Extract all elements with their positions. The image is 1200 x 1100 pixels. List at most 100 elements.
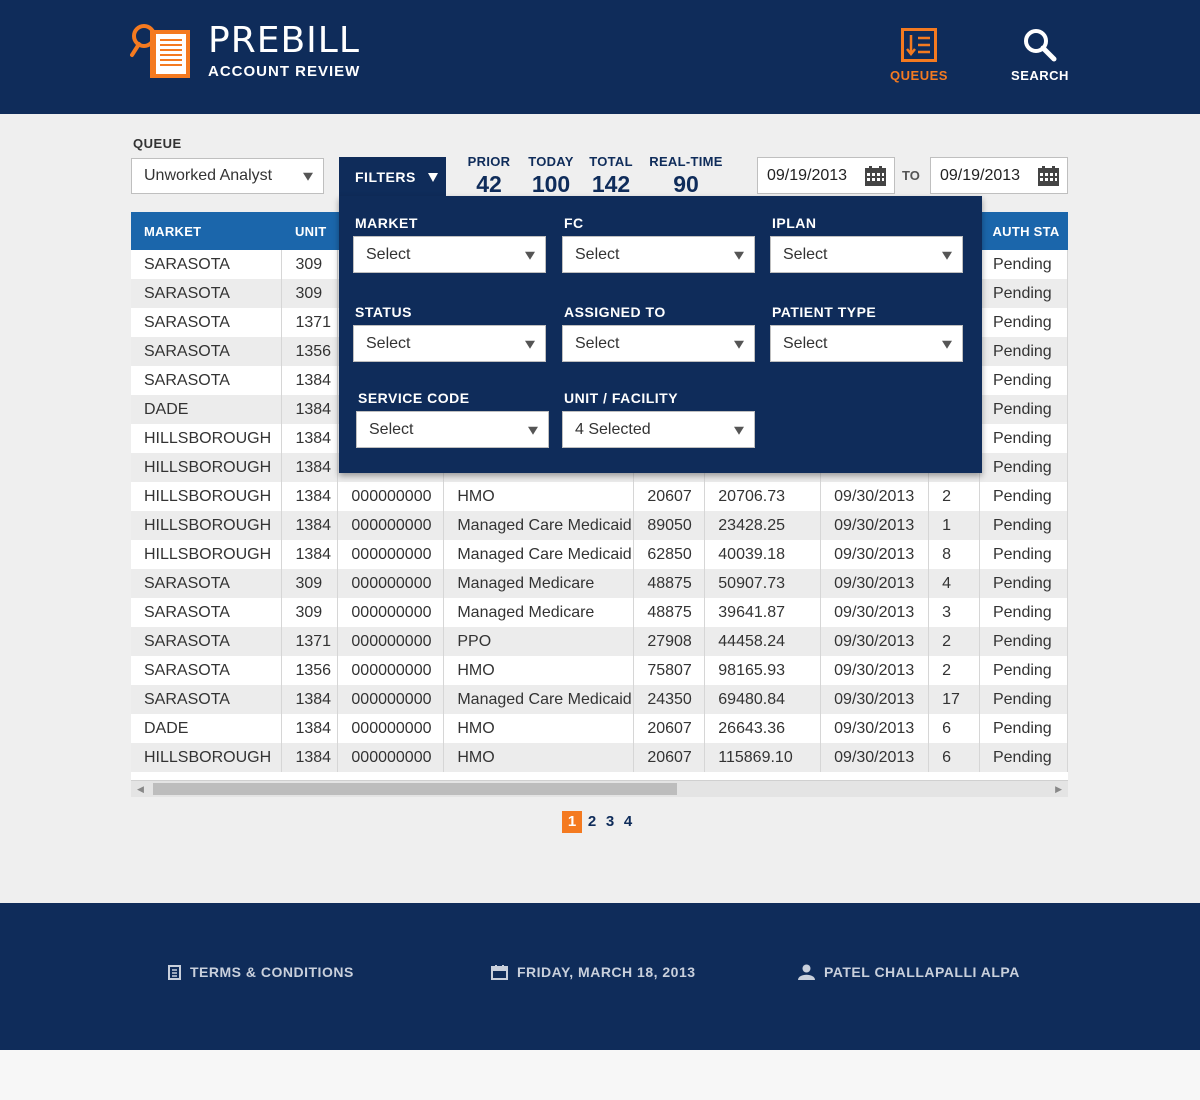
filter-fc-value: Select bbox=[575, 245, 620, 263]
filter-iplan-select[interactable]: Select bbox=[770, 236, 963, 273]
terms-link[interactable]: TERMS & CONDITIONS bbox=[168, 964, 354, 980]
table-cell: HILLSBOROUGH bbox=[131, 453, 283, 482]
chevron-down-icon bbox=[942, 340, 952, 349]
nav-queues-label: QUEUES bbox=[890, 68, 948, 83]
filter-patient-type-select[interactable]: Select bbox=[770, 325, 963, 362]
column-header[interactable]: MARKET bbox=[131, 212, 282, 250]
filter-unit-facility-label: UNIT / FACILITY bbox=[564, 390, 679, 406]
table-cell: SARASOTA bbox=[131, 627, 283, 656]
nav-search[interactable]: SEARCH bbox=[1005, 28, 1075, 83]
table-cell: 98165.93 bbox=[704, 656, 822, 685]
table-cell: Pending bbox=[979, 453, 1068, 482]
table-cell: Pending bbox=[979, 540, 1068, 569]
table-row[interactable]: HILLSBOROUGH 1384 000000000 HMO 20607 115869.… bbox=[131, 743, 1068, 772]
calendar-icon[interactable] bbox=[865, 166, 886, 186]
calendar-icon[interactable] bbox=[1038, 166, 1059, 186]
page-bottom bbox=[0, 1050, 1200, 1100]
scroll-thumb[interactable] bbox=[153, 783, 677, 795]
page-4[interactable]: 4 bbox=[619, 811, 637, 833]
user-icon bbox=[798, 964, 815, 980]
stat-prior: PRIOR 42 bbox=[463, 154, 515, 198]
table-cell: 23428.25 bbox=[704, 511, 822, 540]
table-row[interactable]: DADE 1384 000000000 HMO 20607 26643.36 09/30/2… bbox=[131, 714, 1068, 743]
table-cell: 48875 bbox=[633, 598, 706, 627]
caret-down-icon bbox=[427, 172, 438, 182]
table-row[interactable]: SARASOTA 1371 000000000 PPO 27908 44458.24 09/… bbox=[131, 627, 1068, 656]
column-header[interactable]: AUTH STA bbox=[979, 212, 1068, 250]
filter-assigned-to-select[interactable]: Select bbox=[562, 325, 755, 362]
table-row[interactable]: HILLSBOROUGH 1384 000000000 Managed Care Me… bbox=[131, 511, 1068, 540]
column-header[interactable]: UNIT bbox=[281, 212, 338, 250]
scroll-left-icon[interactable]: ◀ bbox=[137, 784, 144, 795]
stat-today: TODAY 100 bbox=[524, 154, 578, 198]
app-title: PREBILL bbox=[208, 20, 360, 61]
table-cell: 309 bbox=[281, 569, 339, 598]
filter-status-value: Select bbox=[366, 334, 411, 352]
app-subtitle: ACCOUNT REVIEW bbox=[208, 63, 361, 80]
prebill-logo-icon bbox=[130, 24, 190, 78]
page-2[interactable]: 2 bbox=[583, 811, 601, 833]
table-cell: 1 bbox=[928, 511, 980, 540]
table-cell: HILLSBOROUGH bbox=[131, 743, 283, 772]
queue-select[interactable]: Unworked Analyst bbox=[131, 158, 324, 194]
table-cell: 000000000 bbox=[337, 569, 445, 598]
table-cell: 6 bbox=[928, 714, 980, 743]
filter-fc-label: FC bbox=[564, 215, 584, 231]
table-cell: 20706.73 bbox=[704, 482, 822, 511]
table-cell: SARASOTA bbox=[131, 308, 283, 337]
table-cell: Pending bbox=[979, 569, 1068, 598]
filter-service-code-label: SERVICE CODE bbox=[358, 390, 470, 406]
queue-select-value: Unworked Analyst bbox=[144, 167, 273, 184]
table-cell: 115869.10 bbox=[704, 743, 822, 772]
scroll-right-icon[interactable]: ▶ bbox=[1055, 784, 1062, 795]
table-cell: 000000000 bbox=[337, 598, 445, 627]
date-from-input[interactable]: 09/19/2013 bbox=[757, 157, 895, 194]
table-cell: 6 bbox=[928, 743, 980, 772]
table-cell: 2 bbox=[928, 656, 980, 685]
horizontal-scrollbar[interactable]: ◀ ▶ bbox=[131, 780, 1068, 797]
table-cell: 1356 bbox=[281, 656, 339, 685]
filters-button[interactable]: FILTERS bbox=[339, 157, 446, 197]
table-cell: HMO bbox=[443, 714, 635, 743]
app-footer: TERMS & CONDITIONS FRIDAY, MARCH 18, 201… bbox=[0, 903, 1200, 1050]
page-3[interactable]: 3 bbox=[601, 811, 619, 833]
nav-queues[interactable]: QUEUES bbox=[884, 28, 954, 83]
table-row[interactable]: SARASOTA 1384 000000000 Managed Care Medica… bbox=[131, 685, 1068, 714]
filter-market-select[interactable]: Select bbox=[353, 236, 546, 273]
table-cell: Pending bbox=[979, 395, 1068, 424]
table-row[interactable]: SARASOTA 1356 000000000 HMO 75807 98165.93 09/… bbox=[131, 656, 1068, 685]
table-cell: 000000000 bbox=[337, 482, 445, 511]
table-cell: 2 bbox=[928, 482, 980, 511]
table-cell: 09/30/2013 bbox=[820, 540, 930, 569]
filter-service-code-select[interactable]: Select bbox=[356, 411, 549, 448]
date-to-input[interactable]: 09/19/2013 bbox=[930, 157, 1068, 194]
table-cell: 000000000 bbox=[337, 685, 445, 714]
table-cell: 1384 bbox=[281, 714, 339, 743]
table-cell: SARASOTA bbox=[131, 337, 283, 366]
page-1[interactable]: 1 bbox=[562, 811, 582, 833]
table-cell: 000000000 bbox=[337, 511, 445, 540]
table-cell: 2 bbox=[928, 627, 980, 656]
table-cell: 20607 bbox=[633, 714, 706, 743]
table-cell: 09/30/2013 bbox=[820, 569, 930, 598]
table-cell: SARASOTA bbox=[131, 685, 283, 714]
filter-status-select[interactable]: Select bbox=[353, 325, 546, 362]
filter-unit-facility-select[interactable]: 4 Selected bbox=[562, 411, 755, 448]
table-cell: 1384 bbox=[281, 482, 339, 511]
table-row[interactable]: HILLSBOROUGH 1384 000000000 HMO 20607 20706.7… bbox=[131, 482, 1068, 511]
pagination: 1 2 3 4 bbox=[562, 811, 637, 833]
date-to-value: 09/19/2013 bbox=[940, 166, 1021, 184]
search-icon bbox=[1024, 29, 1057, 62]
filter-fc-select[interactable]: Select bbox=[562, 236, 755, 273]
table-row[interactable]: SARASOTA 309 000000000 Managed Medicare 4887… bbox=[131, 598, 1068, 627]
calendar-icon bbox=[491, 964, 508, 980]
table-row[interactable]: SARASOTA 309 000000000 Managed Medicare 4887… bbox=[131, 569, 1068, 598]
table-cell: Pending bbox=[979, 424, 1068, 453]
filter-assigned-to-value: Select bbox=[575, 334, 620, 352]
table-cell: 1384 bbox=[281, 540, 339, 569]
table-cell: Pending bbox=[979, 685, 1068, 714]
stat-value: 90 bbox=[673, 171, 699, 197]
date-from-value: 09/19/2013 bbox=[767, 166, 848, 184]
table-row[interactable]: HILLSBOROUGH 1384 000000000 Managed Care Me… bbox=[131, 540, 1068, 569]
stat-real-time: REAL-TIME 90 bbox=[646, 154, 726, 198]
